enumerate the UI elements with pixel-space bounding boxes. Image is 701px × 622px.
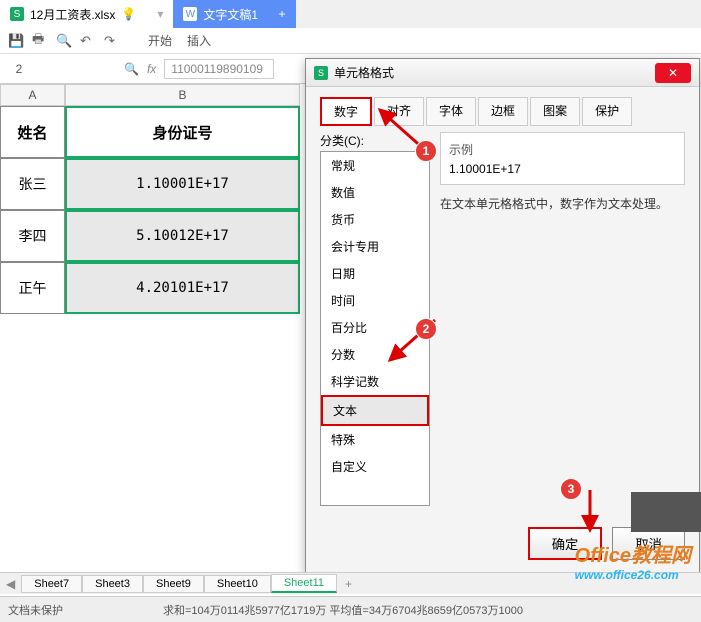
cat-general[interactable]: 常规: [321, 152, 429, 179]
file-tab-label: 12月工资表.xlsx: [30, 6, 115, 23]
cat-date[interactable]: 日期: [321, 260, 429, 287]
save-icon[interactable]: 💾: [8, 33, 28, 49]
dialog-title: 单元格格式: [334, 64, 394, 81]
name-box[interactable]: 2: [4, 62, 34, 76]
category-list[interactable]: 常规 数值 货币 会计专用 日期 时间 百分比 分数 科学记数 文本 特殊 自定…: [320, 151, 430, 506]
sheet-nav-prev[interactable]: ◀: [0, 577, 21, 591]
doc-icon: W: [183, 7, 197, 21]
cell-id[interactable]: 1.10001E+17: [65, 158, 300, 210]
cell-id[interactable]: 4.20101E+17: [65, 262, 300, 314]
undo-icon[interactable]: ↶: [80, 33, 100, 49]
cat-time[interactable]: 时间: [321, 287, 429, 314]
tab-border[interactable]: 边框: [478, 97, 528, 126]
watermark: Office教程网 www.office26.com: [575, 539, 691, 582]
file-tabs-bar: S 12月工资表.xlsx 💡 ▾ W 文字文稿1 +: [0, 0, 701, 28]
cat-accounting[interactable]: 会计专用: [321, 233, 429, 260]
fx-label[interactable]: fx: [147, 62, 156, 76]
cell-name[interactable]: 张三: [0, 158, 65, 210]
status-stats: 求和=104万0114兆5977亿1719万 平均值=34万6704兆8659亿…: [163, 602, 523, 618]
preview-value: 1.10001E+17: [449, 162, 676, 176]
spreadsheet-icon: S: [10, 7, 24, 21]
preview-box: 示例 1.10001E+17: [440, 132, 685, 185]
tab-protect[interactable]: 保护: [582, 97, 632, 126]
cat-fraction[interactable]: 分数: [321, 341, 429, 368]
redo-icon[interactable]: ↷: [104, 33, 124, 49]
file-tab-label: 文字文稿1: [203, 6, 258, 23]
cell-name[interactable]: 正午: [0, 262, 65, 314]
print-icon[interactable]: 🖶: [32, 30, 52, 52]
tab-number[interactable]: 数字: [320, 97, 372, 126]
tab-align[interactable]: 对齐: [374, 97, 424, 126]
sheet-tab[interactable]: Sheet7: [21, 575, 82, 593]
sheet-tab[interactable]: Sheet9: [143, 575, 204, 593]
header-id[interactable]: 身份证号: [65, 106, 300, 158]
cat-scientific[interactable]: 科学记数: [321, 368, 429, 395]
format-description: 在文本单元格格式中，数字作为文本处理。: [440, 195, 685, 214]
tab-font[interactable]: 字体: [426, 97, 476, 126]
cell-name[interactable]: 李四: [0, 210, 65, 262]
tab-menu-icon[interactable]: ▾: [157, 7, 163, 21]
col-header-b[interactable]: B: [65, 84, 300, 106]
menu-bar: 💾 🖶 🔍 ↶ ↷ 开始 插入: [0, 28, 701, 54]
menu-start[interactable]: 开始: [148, 32, 172, 49]
add-sheet-button[interactable]: +: [337, 577, 360, 591]
formula-input[interactable]: 11000119890109: [164, 59, 274, 79]
dialog-icon: S: [314, 66, 328, 80]
sheet-tab-active[interactable]: Sheet11: [271, 574, 337, 593]
preview-label: 示例: [449, 141, 676, 158]
cat-currency[interactable]: 货币: [321, 206, 429, 233]
status-protect: 文档未保护: [8, 602, 63, 618]
new-tab-button[interactable]: +: [268, 0, 296, 28]
cat-percent[interactable]: 百分比: [321, 314, 429, 341]
sheet-tab[interactable]: Sheet3: [82, 575, 143, 593]
shadow-overlay: [631, 492, 701, 532]
menu-items: 开始 插入: [148, 32, 211, 49]
preview-icon[interactable]: 🔍: [56, 33, 76, 49]
dialog-titlebar[interactable]: S 单元格格式 ✕: [306, 59, 699, 87]
cat-custom[interactable]: 自定义: [321, 453, 429, 480]
close-icon[interactable]: ✕: [655, 63, 691, 83]
sheet-tab[interactable]: Sheet10: [204, 575, 271, 593]
tab-pattern[interactable]: 图案: [530, 97, 580, 126]
watermark-url: www.office26.com: [575, 568, 691, 582]
spreadsheet: A B 姓名 身份证号 张三 1.10001E+17 李四 5.10012E+1…: [0, 84, 305, 574]
cat-text[interactable]: 文本: [321, 395, 429, 426]
watermark-title: Office教程网: [575, 539, 691, 568]
dialog-tabs: 数字 对齐 字体 边框 图案 保护: [306, 87, 699, 126]
file-tab-2[interactable]: W 文字文稿1: [173, 0, 268, 28]
category-label: 分类(C):: [320, 132, 430, 149]
cell-id[interactable]: 5.10012E+17: [65, 210, 300, 262]
col-header-a[interactable]: A: [0, 84, 65, 106]
status-bar: 文档未保护 求和=104万0114兆5977亿1719万 平均值=34万6704…: [0, 596, 701, 622]
menu-insert[interactable]: 插入: [187, 32, 211, 49]
header-name[interactable]: 姓名: [0, 106, 65, 158]
cat-number[interactable]: 数值: [321, 179, 429, 206]
bulb-icon: 💡: [121, 7, 136, 21]
zoom-icon[interactable]: 🔍: [124, 62, 139, 76]
file-tab-1[interactable]: S 12月工资表.xlsx 💡 ▾: [0, 0, 173, 28]
cat-special[interactable]: 特殊: [321, 426, 429, 453]
